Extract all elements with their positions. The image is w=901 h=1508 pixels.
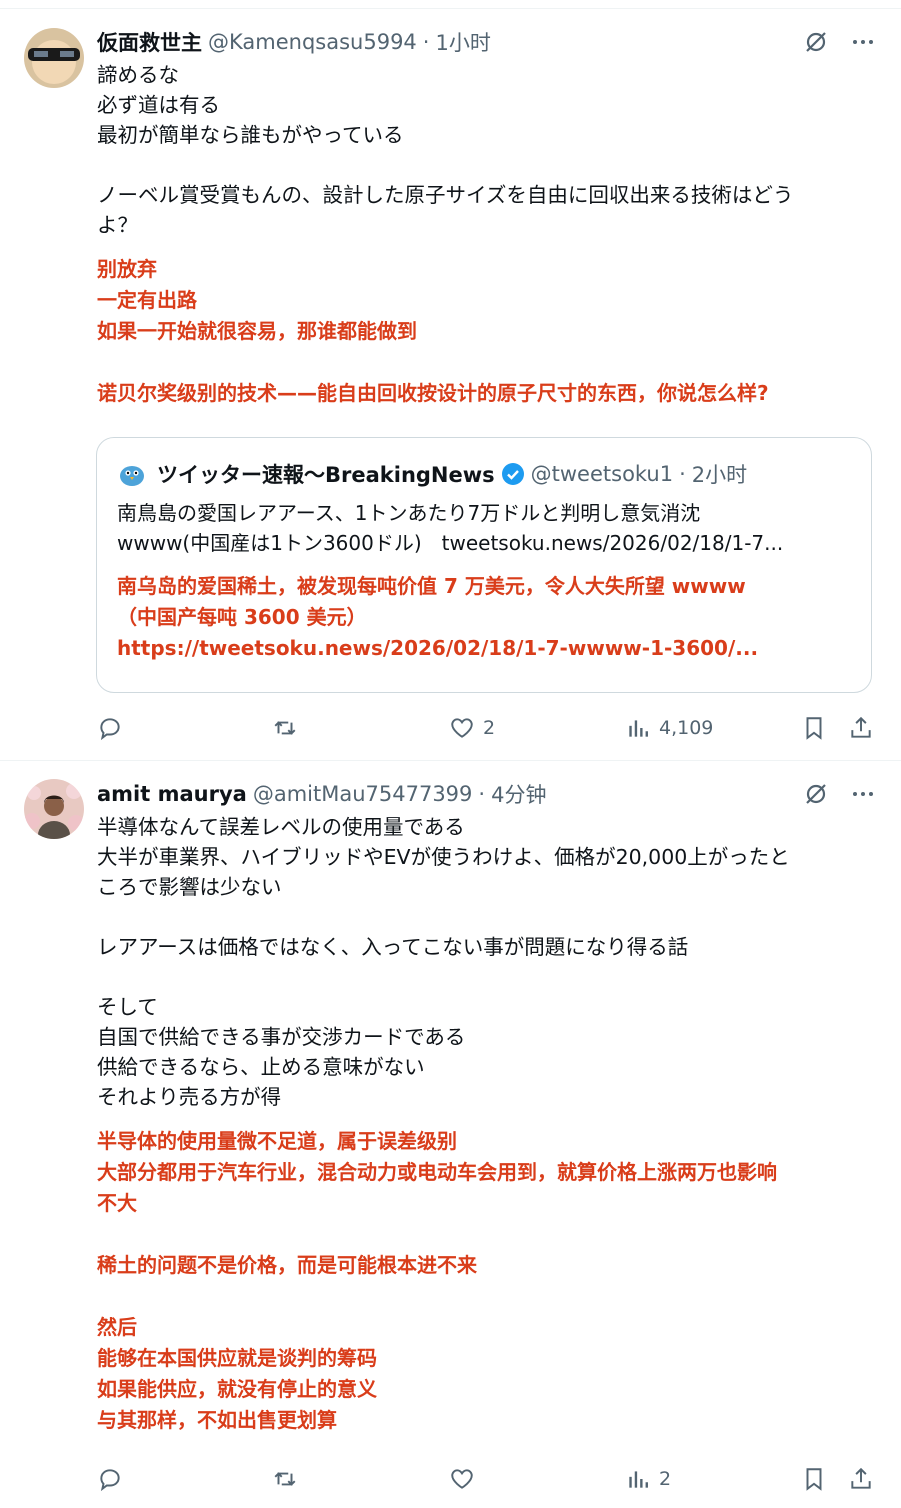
- share-icon: [851, 716, 871, 738]
- reply-icon: [100, 718, 120, 741]
- quoted-translation-line: 南乌岛的爱国稀土，被发现每吨价值 7 万美元，令人大失所望 wwww: [117, 574, 746, 598]
- translation-line: 别放弃: [97, 257, 157, 281]
- text-line: そして: [97, 995, 158, 1019]
- more-icon[interactable]: [851, 782, 875, 806]
- like-icon: [451, 1469, 473, 1489]
- separator-dot: ·: [679, 462, 686, 486]
- translation-line: [97, 1281, 877, 1312]
- quoted-text-line: wwww(中国産は1トン3600ドル) tweetsoku.news/2026/…: [117, 531, 784, 555]
- text-line: 最初が簡単なら誰もがやっている: [97, 123, 404, 147]
- tweet-text: 諦めるな 必ず道は有る 最初が簡単なら誰もがやっている ノーベル賞受賞もんの、設…: [97, 60, 872, 240]
- text-line: [97, 902, 872, 932]
- like-count: 2: [483, 717, 496, 739]
- bookmark-button[interactable]: [801, 1464, 827, 1494]
- bookmark-icon: [806, 1468, 822, 1491]
- retweet-button[interactable]: [272, 713, 298, 743]
- translation-text: 半导体的使用量微不足道，属于误差级别 大部分都用于汽车行业，混合动力或电动车会用…: [97, 1126, 877, 1436]
- more-icon[interactable]: [851, 30, 875, 54]
- verified-icon: [501, 462, 525, 486]
- avatar[interactable]: [24, 28, 84, 88]
- text-line: ころで影響は少ない: [97, 875, 282, 899]
- text-line: [97, 150, 872, 180]
- quoted-tweet[interactable]: ツイッター速報〜BreakingNews @tweetsoku1 · 2小时 南…: [96, 437, 872, 693]
- translation-line: 一定有出路: [97, 288, 197, 312]
- views-button[interactable]: 4,109: [625, 713, 713, 743]
- translation-line: 稀土的问题不是价格，而是可能根本进不来: [97, 1253, 477, 1277]
- quoted-text-line: 南鳥島の愛国レアアース、1トンあたり7万ドルと判明し意気消沈: [117, 501, 701, 525]
- bird-avatar-icon[interactable]: [117, 459, 147, 489]
- avatar[interactable]: [24, 779, 84, 839]
- action-bar: 2: [0, 1464, 901, 1494]
- reply-button[interactable]: [97, 713, 123, 743]
- translation-line: 诺贝尔奖级别的技术——能自由回收按设计的原子尺寸的东西，你说怎么样?: [97, 381, 769, 405]
- translation-line: [97, 1219, 877, 1250]
- quoted-author-name[interactable]: ツイッター速報〜BreakingNews: [157, 459, 495, 489]
- translation-line: 能够在本国供应就是谈判的筹码: [97, 1346, 377, 1370]
- text-line: ノーベル賞受賞もんの、設計した原子サイズを自由に回収出来る技術はどう: [97, 183, 794, 207]
- translation-line: 大部分都用于汽车行业，混合动力或电动车会用到，就算价格上涨两万也影响: [97, 1160, 777, 1184]
- text-line: 大半が車業界、ハイブリッドやEVが使うわけよ、価格が20,000上がったと: [97, 845, 790, 869]
- translation-line: [97, 347, 877, 378]
- translation-line: 然后: [97, 1315, 137, 1339]
- timestamp[interactable]: 1小时: [435, 27, 490, 57]
- translation-line: 如果能供应，就没有停止的意义: [97, 1377, 377, 1401]
- quoted-author-handle[interactable]: @tweetsoku1: [531, 462, 673, 486]
- views-count: 4,109: [659, 717, 714, 739]
- separator-dot: ·: [422, 30, 430, 54]
- tweet-text: 半導体なんて誤差レベルの使用量である 大半が車業界、ハイブリッドやEVが使うわけ…: [97, 812, 872, 1112]
- retweet-button[interactable]: [272, 1464, 298, 1494]
- reply-button[interactable]: [97, 1464, 123, 1494]
- quoted-text: 南鳥島の愛国レアアース、1トンあたり7万ドルと判明し意気消沈 wwww(中国産は…: [117, 498, 847, 558]
- views-count: 2: [659, 1468, 672, 1490]
- bookmark-icon: [806, 717, 822, 740]
- text-line: 必ず道は有る: [97, 93, 220, 117]
- grok-icon[interactable]: [803, 29, 829, 55]
- text-line: レアアースは価格ではなく、入ってこない事が問題になり得る話: [97, 935, 689, 959]
- retweet-icon: [274, 721, 296, 735]
- bookmark-button[interactable]: [801, 713, 827, 743]
- quoted-translation: 南乌岛的爱国稀土，被发现每吨价值 7 万美元，令人大失所望 wwww （中国产每…: [117, 571, 847, 664]
- like-icon: [451, 718, 473, 738]
- tweet-2[interactable]: amit maurya @amitMau75477399 · 4分钟 半導体なん…: [0, 761, 901, 1508]
- author-handle[interactable]: @Kamenqsasu5994: [208, 30, 417, 54]
- retweet-icon: [274, 1472, 296, 1486]
- text-line: 自国で供給できる事が交渉カードである: [97, 1025, 466, 1049]
- like-button[interactable]: 2: [449, 713, 495, 743]
- like-button[interactable]: [449, 1464, 475, 1494]
- text-line: 供給できるなら、止める意味がない: [97, 1055, 425, 1079]
- text-line: それより売る方が得: [97, 1085, 282, 1109]
- timestamp[interactable]: 4分钟: [491, 779, 546, 809]
- share-icon: [851, 1467, 871, 1489]
- translation-line: 不大: [97, 1191, 137, 1215]
- text-line: [97, 962, 872, 992]
- views-icon: [629, 720, 648, 737]
- quoted-translation-line: https://tweetsoku.news/2026/02/18/1-7-ww…: [117, 636, 759, 660]
- translation-line: 如果一开始就很容易，那谁都能做到: [97, 319, 417, 343]
- translation-line: 半导体的使用量微不足道，属于误差级别: [97, 1129, 457, 1153]
- views-button[interactable]: 2: [625, 1464, 671, 1494]
- views-icon: [629, 1471, 648, 1488]
- author-handle[interactable]: @amitMau75477399: [253, 782, 473, 806]
- tweet-1[interactable]: 仮面救世主 @Kamenqsasu5994 · 1小时 諦めるな 必ず道は有る …: [0, 0, 901, 760]
- quoted-timestamp[interactable]: 2小时: [692, 459, 747, 489]
- text-line: 半導体なんて誤差レベルの使用量である: [97, 815, 465, 839]
- share-button[interactable]: [848, 1464, 874, 1494]
- author-name[interactable]: amit maurya: [97, 782, 247, 806]
- quoted-translation-line: （中国产每吨 3600 美元）: [117, 605, 367, 629]
- author-name[interactable]: 仮面救世主: [97, 27, 202, 57]
- action-bar: 2 4,109: [0, 713, 901, 743]
- share-button[interactable]: [848, 713, 874, 743]
- text-line: 諦めるな: [97, 63, 179, 87]
- separator-dot: ·: [478, 782, 486, 806]
- translation-line: 与其那样，不如出售更划算: [97, 1408, 337, 1432]
- grok-icon[interactable]: [803, 781, 829, 807]
- text-line: よ？: [97, 213, 138, 237]
- reply-icon: [100, 1469, 120, 1492]
- translation-text: 别放弃 一定有出路 如果一开始就很容易，那谁都能做到 诺贝尔奖级别的技术——能自…: [97, 254, 877, 409]
